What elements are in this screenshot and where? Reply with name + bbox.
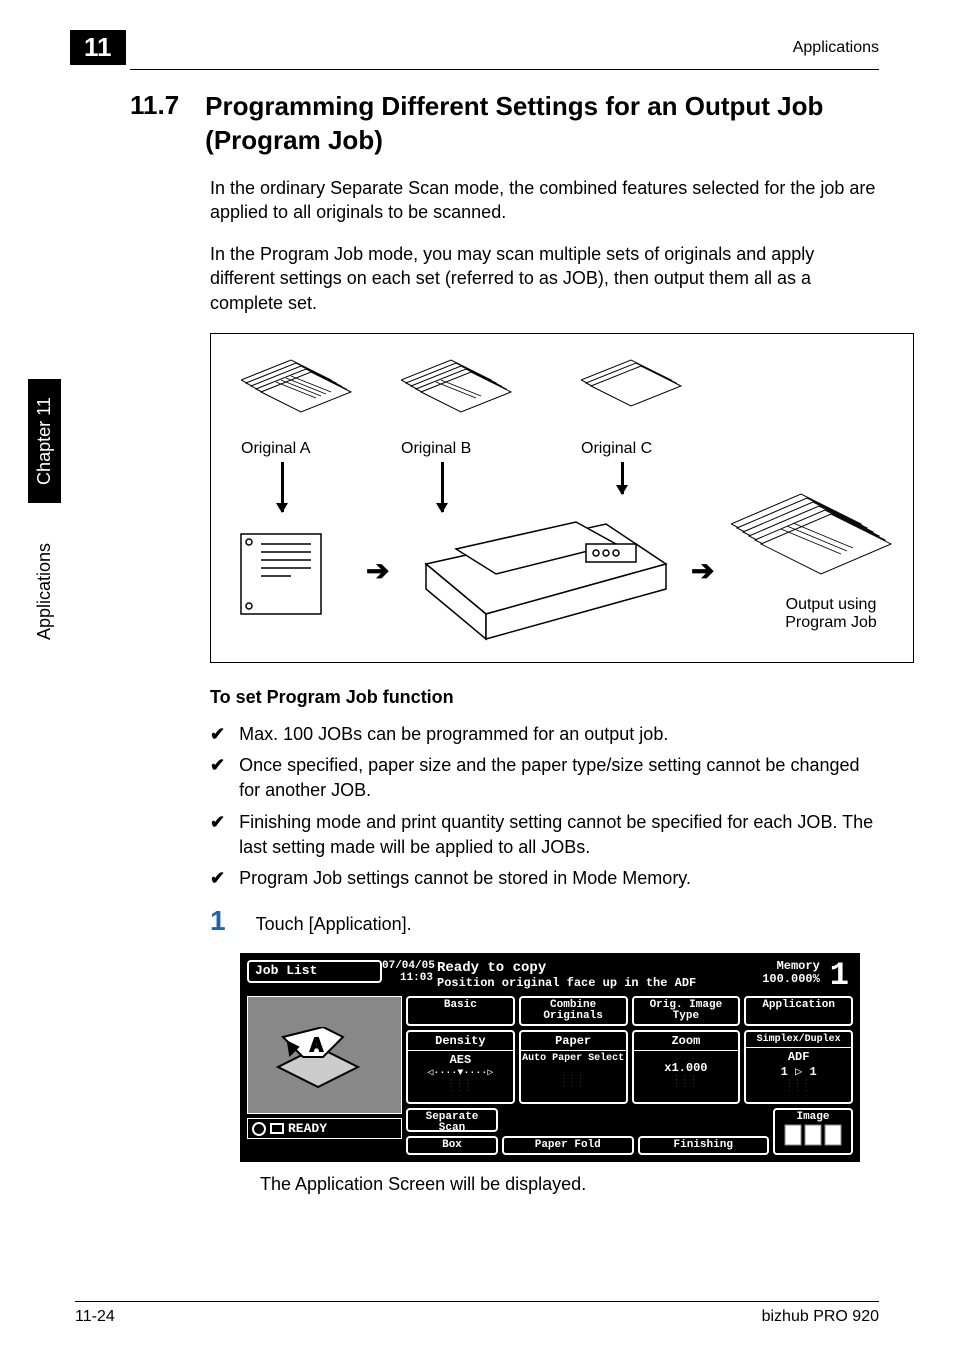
separate-scan-button[interactable]: Separate Scan (406, 1108, 498, 1132)
output-label: Output using Program Job (761, 596, 901, 632)
tab-basic[interactable]: Basic (406, 996, 515, 1026)
check-item-text: Program Job settings cannot be stored in… (239, 866, 691, 891)
check-item-text: Finishing mode and print quantity settin… (239, 810, 879, 860)
arrow-right-icon: ➔ (691, 554, 714, 587)
status-line-1: Ready to copy (437, 960, 762, 976)
check-item-text: Max. 100 JOBs can be programmed for an o… (239, 722, 668, 747)
ready-icon (252, 1122, 266, 1136)
intro-paragraph-1: In the ordinary Separate Scan mode, the … (210, 176, 879, 225)
result-text: The Application Screen will be displayed… (260, 1174, 879, 1195)
original-a-label: Original A (241, 440, 310, 458)
joblist-button[interactable]: Job List (247, 960, 382, 982)
setting-simplex-duplex[interactable]: Simplex/Duplex ADF 1 ▷ 1 : : :: : : (744, 1030, 853, 1104)
arrow-right-icon: ➔ (366, 554, 389, 587)
section-title: Programming Different Settings for an Ou… (205, 90, 879, 158)
tab-combine-originals[interactable]: Combine Originals (519, 996, 628, 1026)
tab-application[interactable]: Application (744, 996, 853, 1026)
date-text: 07/04/05 (382, 960, 433, 972)
screen-icon (270, 1122, 284, 1136)
tab-orig-image-type[interactable]: Orig. Image Type (632, 996, 741, 1026)
intro-paragraph-2: In the Program Job mode, you may scan mu… (210, 242, 879, 315)
page-footer: 11-24 bizhub PRO 920 (75, 1301, 879, 1326)
stack-a-icon (241, 350, 361, 440)
control-panel-screenshot: Job List 07/04/05 11:03 Ready to copy Po… (240, 953, 860, 1162)
check-item-text: Once specified, paper size and the paper… (239, 753, 879, 803)
checkmark-icon: ✔ (210, 753, 225, 803)
copy-count: 1 (826, 960, 853, 992)
checkmark-icon: ✔ (210, 810, 225, 860)
header-section-label: Applications (793, 39, 879, 57)
original-b-label: Original B (401, 440, 471, 458)
svg-text:A: A (310, 1035, 323, 1055)
paper-fold-button[interactable]: Paper Fold (502, 1136, 634, 1155)
copy-preview-icon: A (268, 1027, 378, 1107)
sidebar-tab: Applications Chapter 11 (28, 379, 61, 640)
footer-page-number: 11-24 (75, 1308, 115, 1326)
arrow-down-icon (281, 462, 284, 512)
finishing-button[interactable]: Finishing (638, 1136, 770, 1155)
paper-tray-icon (231, 514, 361, 634)
setting-zoom[interactable]: Zoom x1.000 : : :: : : (632, 1030, 741, 1104)
stack-c-icon (581, 350, 701, 440)
status-line-2: Position original face up in the ADF (437, 976, 762, 990)
preview-box: A (247, 996, 402, 1114)
footer-product: bizhub PRO 920 (762, 1308, 879, 1326)
arrow-down-icon (621, 462, 624, 494)
section-number: 11.7 (130, 90, 179, 158)
setting-paper[interactable]: Paper Auto Paper Select : : :: : : (519, 1030, 628, 1104)
section-heading: 11.7 Programming Different Settings for … (130, 90, 879, 158)
chapter-number-badge: 11 (70, 30, 126, 65)
memory-value: 100.000% (762, 973, 820, 986)
image-preview-box[interactable]: Image (773, 1108, 853, 1155)
step-number: 1 (210, 905, 226, 937)
sidebar-chapter: Chapter 11 (28, 379, 61, 503)
box-button[interactable]: Box (406, 1136, 498, 1155)
checkmark-icon: ✔ (210, 722, 225, 747)
ready-status: READY (247, 1118, 402, 1139)
scanner-icon (406, 494, 686, 654)
program-job-diagram: Original A Original B Original C ➔ (210, 333, 914, 663)
image-thumbnail-icon (783, 1123, 843, 1147)
page-header: 11 Applications (130, 30, 879, 70)
check-list: ✔ Max. 100 JOBs can be programmed for an … (210, 722, 879, 891)
stack-b-icon (401, 350, 521, 440)
setting-density[interactable]: Density AES ◁····▼····▷ : : :: : : (406, 1030, 515, 1104)
original-c-label: Original C (581, 440, 652, 458)
checkmark-icon: ✔ (210, 866, 225, 891)
step-row: 1 Touch [Application]. (210, 905, 879, 937)
sidebar-label: Applications (28, 543, 61, 640)
subheading: To set Program Job function (210, 687, 879, 708)
step-text: Touch [Application]. (256, 914, 412, 935)
time-text: 11:03 (382, 972, 433, 984)
output-stack-icon (731, 484, 901, 604)
